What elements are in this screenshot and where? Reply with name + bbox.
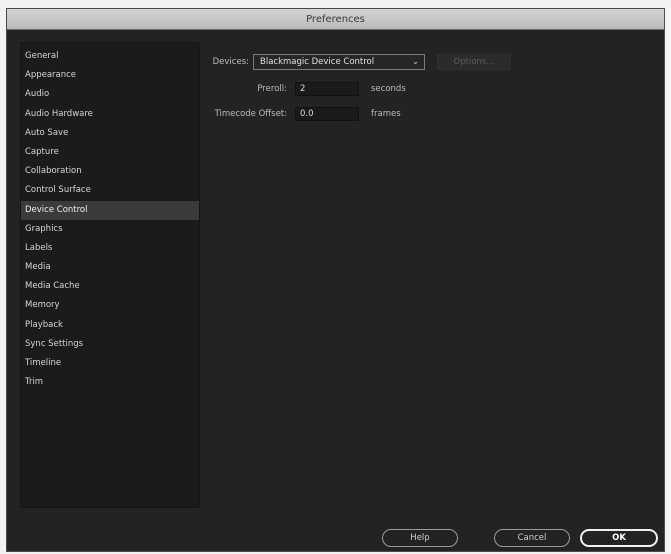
sidebar-item-trim[interactable]: Trim — [21, 373, 199, 392]
preroll-label: Preroll: — [257, 84, 287, 94]
preferences-window: Preferences General Appearance Audio Aud… — [6, 8, 665, 552]
sidebar-item-label: Graphics — [25, 223, 63, 234]
timecode-offset-unit: frames — [371, 109, 401, 119]
sidebar-item-memory[interactable]: Memory — [21, 296, 199, 315]
sidebar-item-label: Labels — [25, 242, 53, 253]
sidebar-item-label: Trim — [25, 377, 44, 388]
sidebar-item-graphics[interactable]: Graphics — [21, 220, 199, 239]
cancel-button[interactable]: Cancel — [494, 529, 570, 547]
sidebar-item-auto-save[interactable]: Auto Save — [21, 124, 199, 143]
devices-dropdown-value: Blackmagic Device Control — [260, 57, 375, 67]
sidebar-item-label: General — [25, 51, 59, 61]
sidebar-item-label: Capture — [25, 146, 59, 157]
sidebar-item-label: Appearance — [25, 70, 77, 81]
timecode-offset-input[interactable]: 0.0 — [295, 107, 359, 121]
sidebar-item-label: Media — [25, 262, 51, 273]
sidebar-item-label: Media Cache — [25, 281, 80, 292]
sidebar-item-label: Memory — [25, 300, 60, 311]
sidebar-item-label: Device Control — [25, 204, 88, 215]
sidebar-item-labels[interactable]: Labels — [21, 239, 199, 258]
preroll-input[interactable]: 2 — [295, 82, 359, 96]
sidebar-item-label: Timeline — [25, 358, 62, 368]
timecode-offset-label: Timecode Offset: — [214, 109, 287, 119]
sidebar-item-label: Audio — [25, 89, 50, 100]
sidebar-item-label: Playback — [25, 319, 63, 330]
sidebar-item-label: Collaboration — [25, 166, 82, 177]
sidebar-item-media[interactable]: Media — [21, 258, 199, 277]
sidebar-item-audio[interactable]: Audio — [21, 85, 199, 104]
sidebar-item-label: Auto Save — [25, 127, 69, 138]
devices-dropdown[interactable]: Blackmagic Device Control ⌄ — [253, 54, 425, 70]
ok-button[interactable]: OK — [580, 529, 658, 547]
window-titlebar[interactable]: Preferences — [7, 9, 664, 30]
sidebar-item-control-surface[interactable]: Control Surface — [21, 181, 199, 200]
preroll-unit: seconds — [371, 84, 406, 94]
sidebar-item-media-cache[interactable]: Media Cache — [21, 277, 199, 296]
sidebar-item-label: Control Surface — [25, 185, 91, 196]
sidebar-item-device-control[interactable]: Device Control — [21, 200, 199, 220]
sidebar-item-timeline[interactable]: Timeline — [21, 354, 199, 373]
help-button[interactable]: Help — [382, 529, 458, 547]
sidebar-item-collaboration[interactable]: Collaboration — [21, 162, 199, 181]
sidebar-item-label: Audio Hardware — [25, 108, 93, 119]
sidebar-item-general[interactable]: General — [21, 47, 199, 66]
options-button[interactable]: Options... — [437, 54, 511, 70]
preferences-sidebar: General Appearance Audio Audio Hardware … — [20, 42, 200, 508]
sidebar-item-sync-settings[interactable]: Sync Settings — [21, 335, 199, 354]
sidebar-item-audio-hardware[interactable]: Audio Hardware — [21, 105, 199, 124]
sidebar-item-capture[interactable]: Capture — [21, 143, 199, 162]
window-title: Preferences — [306, 13, 365, 25]
sidebar-item-playback[interactable]: Playback — [21, 316, 199, 335]
chevron-down-icon: ⌄ — [412, 57, 419, 66]
sidebar-item-label: Sync Settings — [25, 338, 84, 349]
devices-label: Devices: — [212, 57, 249, 67]
sidebar-item-appearance[interactable]: Appearance — [21, 66, 199, 85]
